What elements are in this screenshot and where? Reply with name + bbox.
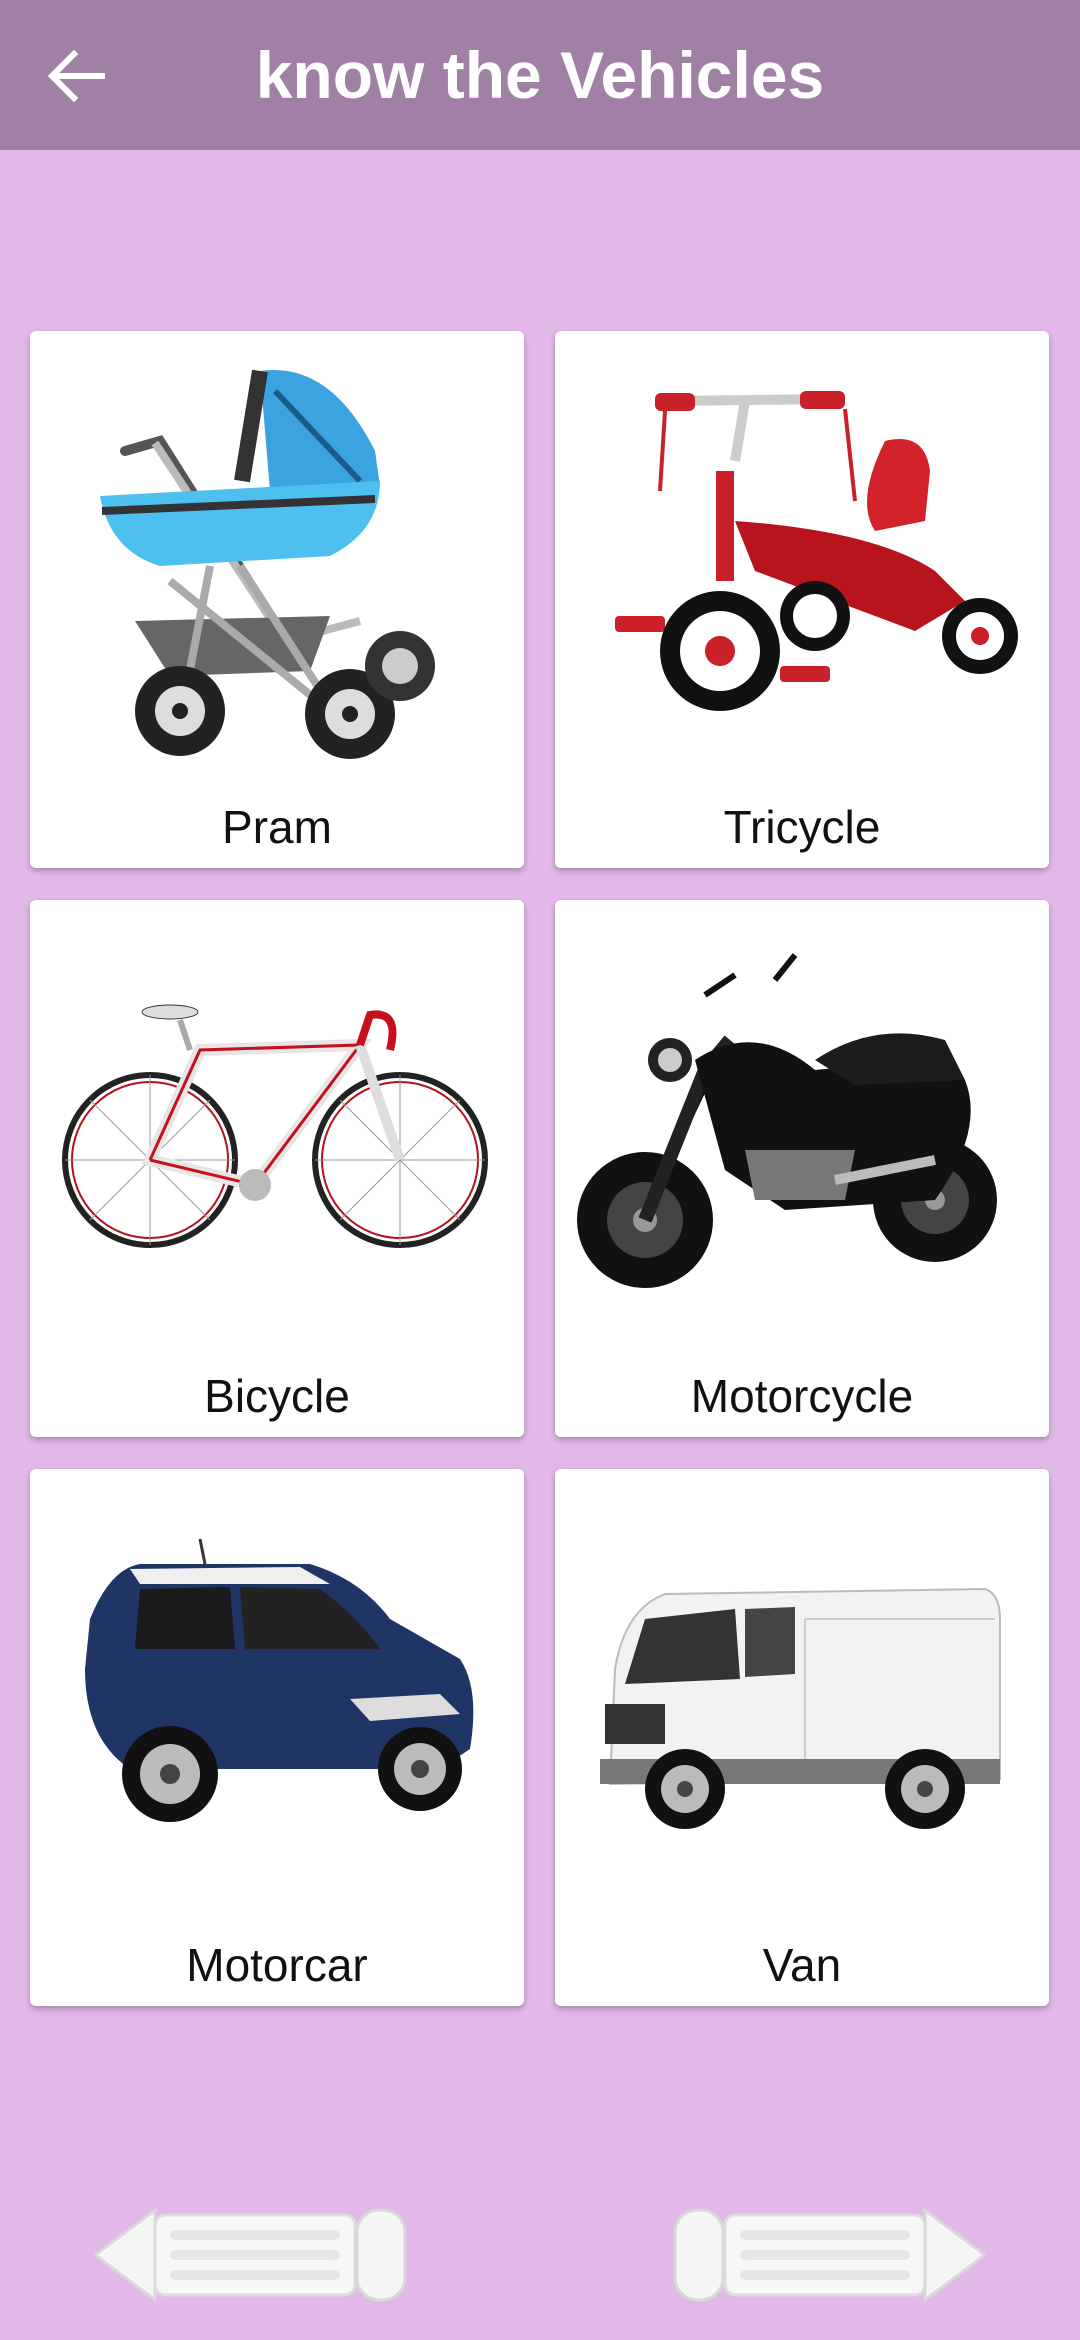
motorcycle-image [577,953,997,1288]
vehicle-label: Motorcar [186,1939,368,1991]
motorcar-image [85,1538,474,1822]
vehicle-label: Motorcycle [690,1370,914,1422]
pencil-arrow-right-icon [673,2207,988,2303]
next-button[interactable] [665,2200,988,2310]
vehicle-card-tricycle[interactable]: Tricycle [555,331,1049,868]
vehicle-card-motorcar[interactable]: Motorcar [30,1469,524,2006]
vehicle-card-motorcycle[interactable]: Motorcycle [555,900,1049,1437]
vehicle-card-pram[interactable]: Pram [30,331,524,868]
pram-image [100,369,435,759]
vehicle-card-bicycle[interactable]: Bicycle [30,900,524,1437]
vehicle-label: Pram [222,801,332,853]
vehicle-label: Bicycle [204,1370,350,1422]
van-image [600,1587,1001,1829]
vehicle-label: Tricycle [723,801,881,853]
tricycle-image [615,391,1018,711]
pencil-arrow-left-icon [92,2207,407,2303]
previous-button[interactable] [92,2200,415,2310]
vehicle-grid: Pram Tricycle Bicycle Motorcycle Motorca… [0,0,1080,2340]
vehicle-card-van[interactable]: Van [555,1469,1049,2006]
bicycle-image [62,1004,488,1248]
vehicle-label: Van [762,1939,842,1991]
